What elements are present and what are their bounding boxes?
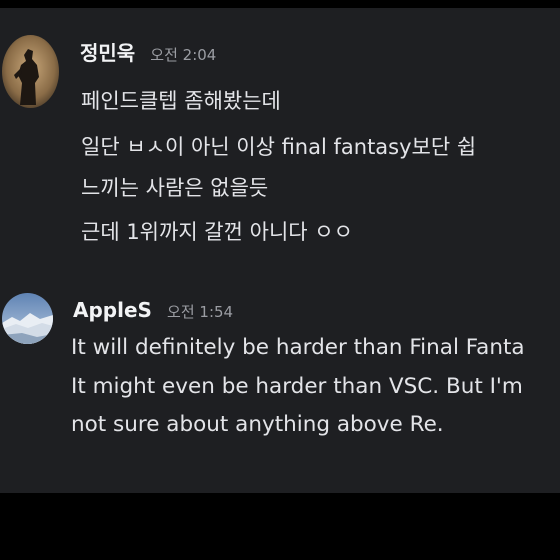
timestamp[interactable]: 오전 1:54 <box>167 303 233 321</box>
username[interactable]: AppleS <box>73 298 152 322</box>
avatar[interactable] <box>2 293 53 344</box>
message-text: It will definitely be harder than Final … <box>71 335 525 360</box>
chat-message-list: 정민욱 오전 2:04 페인드클텝 좀해봤는데 일단 ㅂㅅ이 아닌 이상 fin… <box>0 8 560 493</box>
message-text: 느끼는 사람은 없을듯 <box>81 176 269 200</box>
mountain-landscape-icon <box>2 293 53 344</box>
message-text: 페인드클텝 좀해봤는데 <box>81 89 281 113</box>
message-text: 일단 ㅂㅅ이 아닌 이상 final fantasy보단 쉽 <box>81 135 477 159</box>
avatar[interactable] <box>2 35 59 108</box>
username[interactable]: 정민욱 <box>80 41 135 65</box>
message-text: not sure about anything above Re. <box>71 412 444 437</box>
message-header: AppleS 오전 1:54 <box>73 298 233 322</box>
timestamp[interactable]: 오전 2:04 <box>150 46 216 64</box>
message-text: 근데 1위까지 갈껀 아니다 ㅇㅇ <box>81 220 353 244</box>
message-header: 정민욱 오전 2:04 <box>80 37 216 66</box>
message-text: It might even be harder than VSC. But I'… <box>71 374 523 399</box>
user-silhouette-icon <box>2 35 59 108</box>
